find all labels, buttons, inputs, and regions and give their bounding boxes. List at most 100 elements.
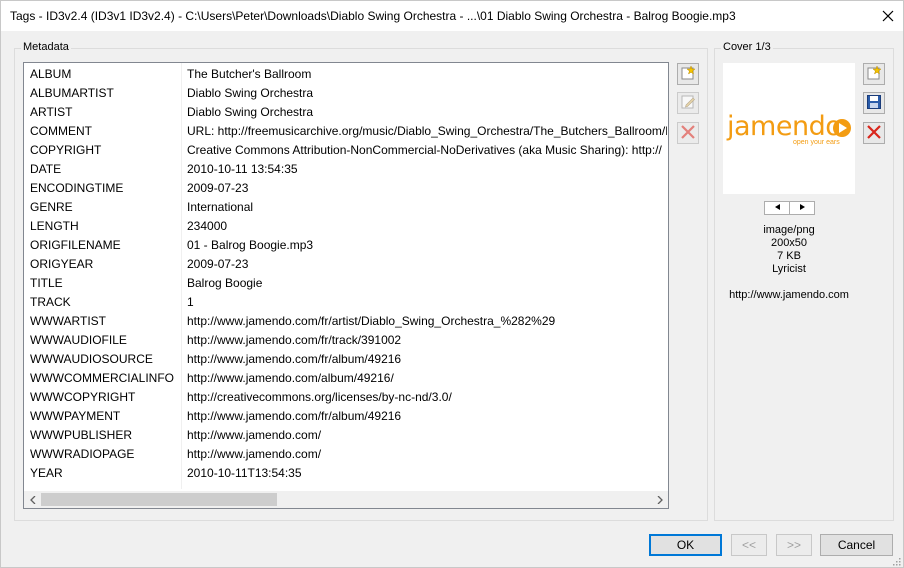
tag-key: WWWRADIOPAGE (30, 447, 135, 461)
cover-type: Lyricist (772, 263, 806, 275)
delete-tag-button[interactable] (677, 122, 699, 144)
metadata-group-label: Metadata (21, 41, 71, 53)
next-file-button[interactable]: >> (776, 534, 812, 556)
triangle-left-icon (774, 204, 780, 212)
table-row[interactable]: COPYRIGHT Creative Commons Attribution-No… (24, 140, 668, 159)
tag-key: WWWPUBLISHER (30, 428, 132, 442)
cover-image[interactable]: jamendo open your ears (723, 63, 855, 194)
tag-value: 2010-10-11 13:54:35 (187, 162, 298, 176)
add-tag-icon (680, 64, 696, 84)
tag-key: WWWAUDIOFILE (30, 333, 127, 347)
table-row[interactable]: ORIGYEAR 2009-07-23 (24, 254, 668, 273)
table-row[interactable]: YEAR 2010-10-11T13:54:35 (24, 463, 668, 482)
tag-key: WWWPAYMENT (30, 409, 121, 423)
metadata-list[interactable]: ALBUM The Butcher's Ballroom ALBUMARTIST Di… (23, 62, 669, 509)
cover-description: http://www.jamendo.com (729, 289, 849, 301)
tag-value: 2009-07-23 (187, 181, 249, 195)
scroll-left-icon[interactable] (24, 491, 41, 508)
tag-value: International (187, 200, 254, 214)
jamendo-logo: jamendo (727, 111, 842, 142)
tag-key: LENGTH (30, 219, 79, 233)
play-icon (833, 119, 851, 137)
tag-value: 1 (187, 295, 194, 309)
tag-value: 2010-10-11T13:54:35 (187, 466, 302, 480)
cover-dimensions: 200x50 (770, 237, 808, 249)
tag-value: Creative Commons Attribution-NonCommerci… (187, 143, 662, 157)
tag-key: WWWARTIST (30, 314, 106, 328)
ok-button[interactable]: OK (649, 534, 722, 556)
tag-key: ALBUM (30, 67, 72, 81)
tag-value: The Butcher's Ballroom (187, 67, 312, 81)
tag-key: DATE (30, 162, 62, 176)
tag-key: COMMENT (30, 124, 92, 138)
close-icon[interactable] (873, 1, 903, 31)
tag-value: http://creativecommons.org/licenses/by-n… (187, 390, 452, 404)
tag-key: WWWAUDIOSOURCE (30, 352, 153, 366)
tag-value: http://www.jamendo.com/fr/artist/Diablo_… (187, 314, 556, 328)
edit-tag-button[interactable] (677, 92, 699, 114)
tag-key: COPYRIGHT (30, 143, 102, 157)
cover-group-label: Cover 1/3 (721, 41, 773, 53)
tag-key: WWWCOMMERCIALINFO (30, 371, 174, 385)
table-row[interactable]: ALBUM The Butcher's Ballroom (24, 64, 668, 83)
table-row[interactable]: WWWAUDIOSOURCE http://www.jamendo.com/fr/… (24, 349, 668, 368)
tag-value: Balrog Boogie (187, 276, 263, 290)
tag-value: URL: http://freemusicarchive.org/music/D… (187, 124, 667, 138)
tag-key: YEAR (30, 466, 63, 480)
table-row[interactable]: TITLE Balrog Boogie (24, 273, 668, 292)
table-row[interactable]: ENCODINGTIME 2009-07-23 (24, 178, 668, 197)
tag-value: http://www.jamendo.com/ (187, 428, 322, 442)
tag-value: 01 - Balrog Boogie.mp3 (187, 238, 314, 252)
tag-key: TRACK (30, 295, 71, 309)
tag-key: ALBUMARTIST (30, 86, 114, 100)
table-row[interactable]: ALBUMARTIST Diablo Swing Orchestra (24, 83, 668, 102)
triangle-right-icon (799, 204, 805, 212)
add-cover-button[interactable] (863, 63, 885, 85)
table-row[interactable]: WWWCOMMERCIALINFO http://www.jamendo.com/… (24, 368, 668, 387)
table-row[interactable]: WWWPUBLISHER http://www.jamendo.com/ (24, 425, 668, 444)
scrollbar-thumb[interactable] (41, 493, 277, 506)
tag-value: http://www.jamendo.com/fr/track/391002 (187, 333, 402, 347)
delete-tag-icon (680, 124, 696, 143)
tag-value: http://www.jamendo.com/album/49216/ (187, 371, 394, 385)
cover-mime: image/png (763, 224, 815, 236)
delete-cover-icon (866, 124, 882, 143)
tag-key: ORIGFILENAME (30, 238, 121, 252)
prev-file-button[interactable]: << (731, 534, 767, 556)
table-row[interactable]: DATE 2010-10-11 13:54:35 (24, 159, 668, 178)
delete-cover-button[interactable] (863, 122, 885, 144)
save-cover-button[interactable] (863, 92, 885, 114)
table-row[interactable]: TRACK 1 (24, 292, 668, 311)
table-row[interactable]: WWWARTIST http://www.jamendo.com/fr/artis… (24, 311, 668, 330)
add-tag-button[interactable] (677, 63, 699, 85)
tag-value: http://www.jamendo.com/fr/album/49216 (187, 409, 402, 423)
scroll-right-icon[interactable] (651, 491, 668, 508)
table-row[interactable]: LENGTH 234000 (24, 216, 668, 235)
table-row[interactable]: COMMENT URL: http://freemusicarchive.org/… (24, 121, 668, 140)
cover-size: 7 KB (777, 250, 801, 262)
prev-cover-button[interactable] (764, 201, 790, 215)
horizontal-scrollbar[interactable] (24, 491, 668, 508)
add-cover-icon (866, 64, 882, 84)
tag-key: ENCODINGTIME (30, 181, 124, 195)
table-row[interactable]: WWWAUDIOFILE http://www.jamendo.com/fr/tr… (24, 330, 668, 349)
tag-value: Diablo Swing Orchestra (187, 86, 314, 100)
resize-grip-icon[interactable] (891, 555, 901, 566)
jamendo-tagline: open your ears (793, 139, 840, 146)
table-row[interactable]: GENRE International (24, 197, 668, 216)
edit-tag-icon (680, 94, 696, 113)
table-row[interactable]: WWWRADIOPAGE http://www.jamendo.com/ (24, 444, 668, 463)
cancel-button[interactable]: Cancel (820, 534, 893, 556)
table-row[interactable]: WWWCOPYRIGHT http://creativecommons.org/l… (24, 387, 668, 406)
tag-value: 2009-07-23 (187, 257, 249, 271)
window-title: Tags - ID3v2.4 (ID3v1 ID3v2.4) - C:\User… (10, 9, 736, 23)
title-bar: Tags - ID3v2.4 (ID3v1 ID3v2.4) - C:\User… (1, 1, 903, 31)
tag-key: ARTIST (30, 105, 73, 119)
table-row[interactable]: ARTIST Diablo Swing Orchestra (24, 102, 668, 121)
table-row[interactable]: WWWPAYMENT http://www.jamendo.com/fr/albu… (24, 406, 668, 425)
table-row[interactable]: ORIGFILENAME 01 - Balrog Boogie.mp3 (24, 235, 668, 254)
save-icon (866, 94, 882, 113)
next-cover-button[interactable] (789, 201, 815, 215)
tag-value: 234000 (187, 219, 228, 233)
tag-key: ORIGYEAR (30, 257, 94, 271)
